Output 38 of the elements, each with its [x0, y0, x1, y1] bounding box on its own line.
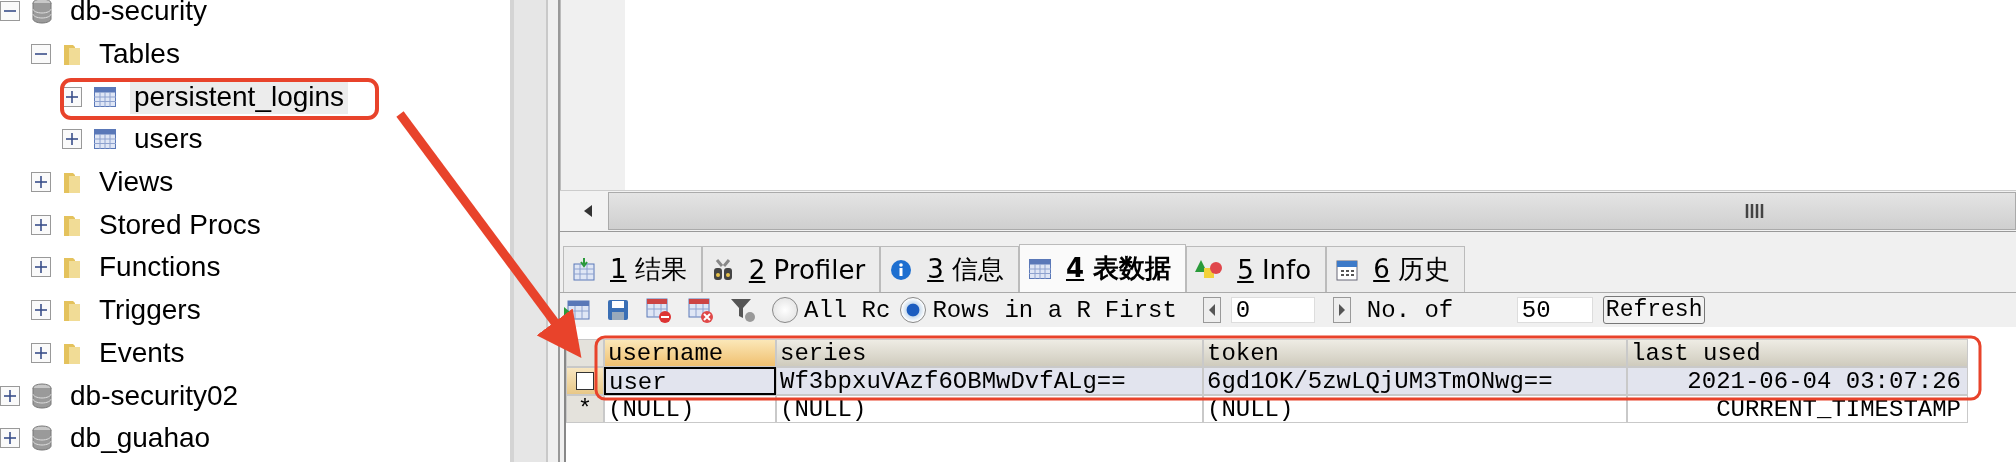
column-header[interactable]: last used	[1627, 339, 1968, 367]
tab[interactable]: 2 Profiler	[701, 246, 881, 292]
table-cell: Wf3bpxuVAzf6OBMwDvfALg==	[776, 367, 1203, 395]
radio-option[interactable]: All Rc	[772, 296, 891, 324]
tree-item[interactable]: Views	[95, 165, 178, 200]
column-header[interactable]: series	[776, 339, 1203, 367]
tab[interactable]: 3 信息	[880, 246, 1019, 292]
table-cell: (NULL)	[604, 395, 776, 423]
table-cell: (NULL)	[776, 395, 1203, 423]
tree-item[interactable]: users	[130, 122, 207, 157]
tree-item[interactable]: Tables	[95, 37, 184, 72]
tree-item[interactable]: db_guahao	[66, 421, 215, 456]
row-header[interactable]: *	[566, 395, 604, 423]
table-cell: (NULL)	[1203, 395, 1627, 423]
table-cell: 6gd1OK/5zwLQjUM3TmONwg==	[1203, 367, 1627, 395]
tree-item[interactable]: db-security	[66, 0, 211, 29]
table-cell: CURRENT_TIMESTAMP	[1627, 395, 1968, 423]
tab[interactable]: 6 历史	[1326, 246, 1465, 292]
row-count-label: No. of	[1366, 296, 1455, 324]
tree-item[interactable]: db-security02	[66, 378, 243, 413]
first-row-label: First	[1104, 296, 1178, 324]
tab[interactable]: 4 表数据	[1019, 244, 1187, 292]
tab[interactable]: 5 Info	[1186, 246, 1327, 292]
tree-item[interactable]: Functions	[95, 250, 225, 285]
radio-option[interactable]: Rows in a R	[900, 296, 1091, 324]
table-row[interactable]: user Wf3bpxuVAzf6OBMwDvfALg== 6gd1OK/5zwLQjUM3TmONwg== 2021-06-04 03:07:26	[566, 367, 2016, 395]
first-row-field[interactable]: 0	[1230, 297, 1315, 323]
column-header[interactable]: token	[1203, 339, 1627, 367]
tree-item[interactable]: Events	[95, 335, 189, 370]
tree-item[interactable]: Stored Procs	[95, 207, 265, 242]
tab[interactable]: 1 结果	[563, 246, 702, 292]
table-row[interactable]: * (NULL) (NULL) (NULL) CURRENT_TIMESTAMP	[566, 395, 2016, 423]
row-count-field[interactable]: 50	[1516, 297, 1593, 323]
column-header[interactable]: username	[604, 339, 776, 367]
tree-item[interactable]: Triggers	[95, 293, 205, 328]
table-cell: user	[604, 367, 776, 395]
table-cell: 2021-06-04 03:07:26	[1627, 367, 1968, 395]
refresh-button[interactable]: Refresh	[1602, 296, 1706, 324]
